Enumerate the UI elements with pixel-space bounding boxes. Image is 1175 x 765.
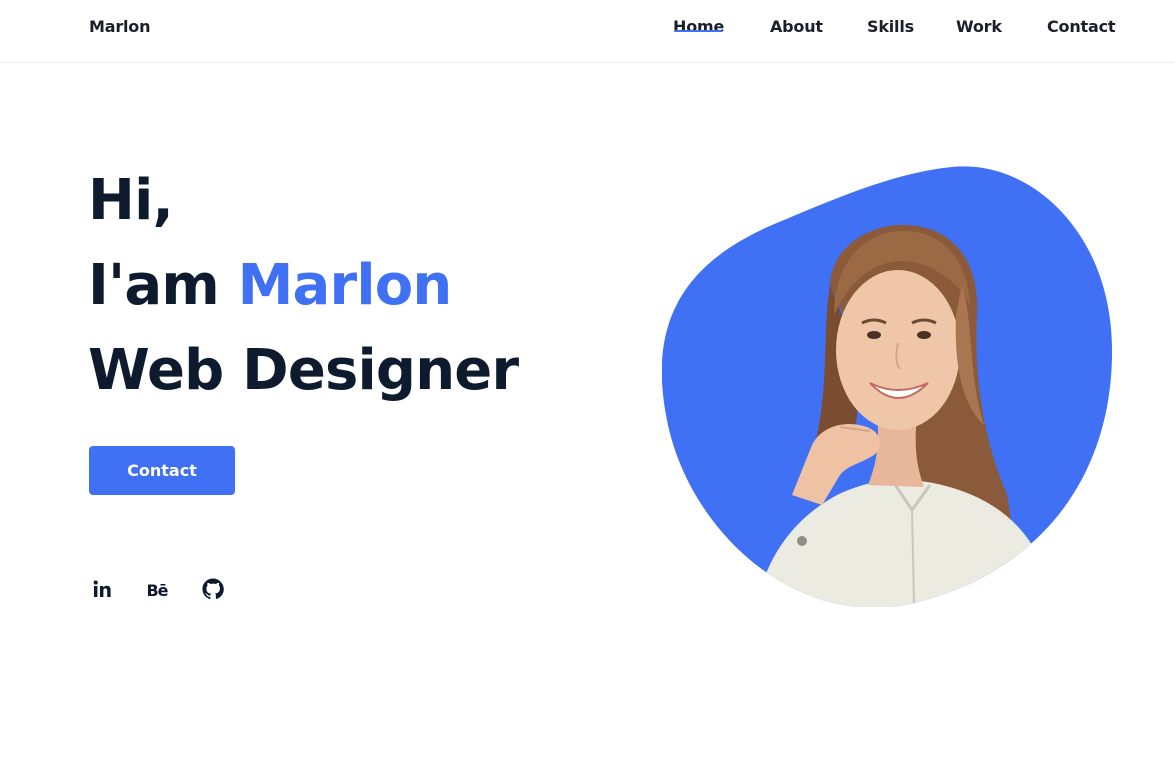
- nav-link-home[interactable]: Home: [673, 17, 724, 36]
- hero-intro: I'am: [88, 253, 220, 318]
- nav-link-contact[interactable]: Contact: [1047, 17, 1116, 36]
- behance-icon: Bē: [146, 581, 168, 600]
- behance-link[interactable]: Bē: [144, 578, 170, 604]
- linkedin-icon: [92, 579, 112, 603]
- contact-button[interactable]: Contact: [89, 446, 235, 495]
- portrait-illustration: [662, 166, 1113, 607]
- brand-logo-link[interactable]: Marlon: [89, 17, 150, 36]
- top-navbar: Marlon Home About Skills Work Contact: [0, 0, 1175, 63]
- hero-greeting: Hi,: [88, 168, 174, 233]
- hero-name: Marlon: [237, 253, 453, 318]
- nav-link-about[interactable]: About: [770, 17, 823, 36]
- github-icon: [202, 578, 224, 604]
- nav-link-skills[interactable]: Skills: [867, 17, 914, 36]
- hero-role: Web Designer: [88, 338, 519, 403]
- linkedin-link[interactable]: [89, 578, 115, 604]
- hero-image-blob: [662, 165, 1114, 607]
- nav-active-indicator: [674, 30, 722, 32]
- hero-title: Hi, I'am Marlon Web Designer: [88, 158, 519, 413]
- hero-intro-line: I'am Marlon: [88, 243, 518, 328]
- nav-link-work[interactable]: Work: [956, 17, 1002, 36]
- github-link[interactable]: [200, 578, 226, 604]
